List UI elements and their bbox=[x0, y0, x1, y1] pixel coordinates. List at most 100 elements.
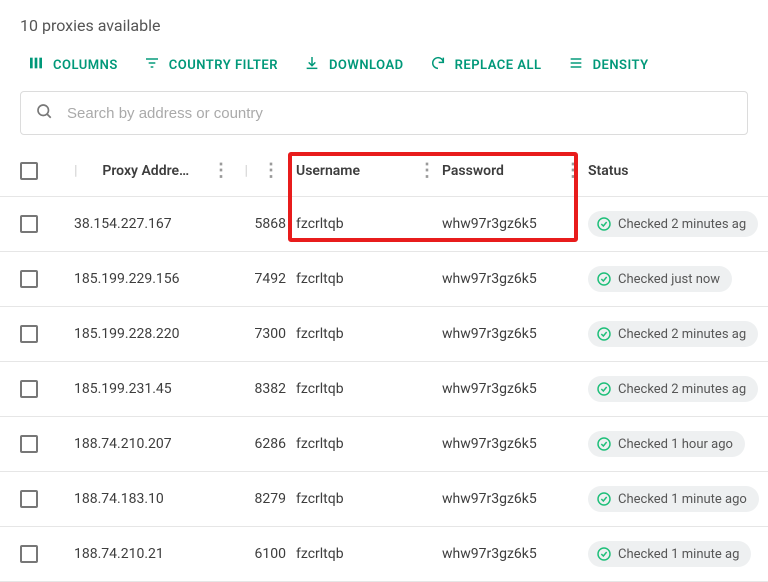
status-text: Checked 2 minutes ag bbox=[618, 382, 746, 397]
cell-status: Checked 2 minutes ag bbox=[588, 211, 768, 237]
status-badge: Checked 2 minutes ag bbox=[588, 321, 758, 347]
replace-all-label: REPLACE ALL bbox=[455, 58, 542, 73]
column-menu-icon[interactable]: ⋮ bbox=[412, 162, 442, 180]
cell-password: whw97r3gz6k5 bbox=[442, 436, 588, 452]
country-filter-label: COUNTRY FILTER bbox=[169, 58, 278, 73]
cell-proxy-address: 188.74.210.21 bbox=[74, 546, 236, 562]
check-circle-icon bbox=[596, 546, 612, 562]
status-text: Checked just now bbox=[618, 272, 720, 287]
cell-proxy-address: 185.199.231.45 bbox=[74, 381, 236, 397]
row-checkbox[interactable] bbox=[20, 215, 38, 233]
cell-status: Checked 1 hour ago bbox=[588, 431, 768, 457]
download-label: DOWNLOAD bbox=[329, 58, 404, 73]
status-badge: Checked 2 minutes ag bbox=[588, 376, 758, 402]
table-row[interactable]: 185.199.231.458382fzcrltqbwhw97r3gz6k5 Ch… bbox=[0, 362, 768, 417]
column-separator: | bbox=[74, 163, 86, 179]
cell-password: whw97r3gz6k5 bbox=[442, 271, 588, 287]
cell-proxy-address: 188.74.210.207 bbox=[74, 436, 236, 452]
column-menu-icon[interactable]: ⋮ bbox=[558, 162, 588, 180]
status-badge: Checked 1 hour ago bbox=[588, 431, 745, 457]
table-row[interactable]: 188.74.183.108279fzcrltqbwhw97r3gz6k5Che… bbox=[0, 472, 768, 527]
density-icon bbox=[568, 55, 584, 75]
status-badge: Checked 1 minute ago bbox=[588, 486, 759, 512]
row-checkbox[interactable] bbox=[20, 325, 38, 343]
header-username[interactable]: Username bbox=[296, 163, 360, 179]
cell-username: fzcrltqb bbox=[296, 326, 442, 342]
cell-proxy-address: 38.154.227.167 bbox=[74, 216, 236, 232]
table-row[interactable]: 188.74.210.216100fzcrltqbwhw97r3gz6k5Che… bbox=[0, 527, 768, 582]
check-circle-icon bbox=[596, 271, 612, 287]
table-row[interactable]: 185.199.229.1567492fzcrltqbwhw97r3gz6k5 C… bbox=[0, 252, 768, 307]
cell-proxy-address: 185.199.229.156 bbox=[74, 271, 236, 287]
cell-status: Checked 1 minute ag bbox=[588, 541, 768, 567]
cell-status: Checked just now bbox=[588, 266, 768, 292]
table-header: | Proxy Addre… ⋮ | ⋮ Username ⋮ Password… bbox=[0, 145, 768, 197]
download-button[interactable]: DOWNLOAD bbox=[304, 55, 404, 75]
check-circle-icon bbox=[596, 216, 612, 232]
search-input[interactable] bbox=[65, 104, 733, 123]
status-text: Checked 2 minutes ag bbox=[618, 327, 746, 342]
status-badge: Checked 1 minute ag bbox=[588, 541, 751, 567]
cell-status: Checked 2 minutes ag bbox=[588, 376, 768, 402]
cell-username: fzcrltqb bbox=[296, 381, 442, 397]
row-checkbox[interactable] bbox=[20, 435, 38, 453]
column-menu-icon[interactable]: ⋮ bbox=[256, 162, 286, 180]
cell-status: Checked 2 minutes ag bbox=[588, 321, 768, 347]
row-checkbox[interactable] bbox=[20, 380, 38, 398]
cell-port: 7300 bbox=[236, 326, 296, 342]
cell-password: whw97r3gz6k5 bbox=[442, 216, 588, 232]
search-icon bbox=[35, 102, 53, 124]
cell-port: 8279 bbox=[236, 491, 296, 507]
header-status[interactable]: Status bbox=[588, 163, 628, 179]
header-proxy-address[interactable]: Proxy Addre… bbox=[102, 163, 189, 179]
cell-port: 6100 bbox=[236, 546, 296, 562]
search-box[interactable] bbox=[20, 91, 748, 135]
page-title: 10 proxies available bbox=[0, 0, 768, 43]
cell-status: Checked 1 minute ago bbox=[588, 486, 768, 512]
cell-password: whw97r3gz6k5 bbox=[442, 381, 588, 397]
status-badge: Checked just now bbox=[588, 266, 732, 292]
toolbar: COLUMNS COUNTRY FILTER DOWNLOAD REPLACE … bbox=[0, 43, 768, 91]
check-circle-icon bbox=[596, 491, 612, 507]
status-text: Checked 1 minute ago bbox=[618, 492, 747, 507]
cell-username: fzcrltqb bbox=[296, 271, 442, 287]
cell-port: 5868 bbox=[236, 216, 296, 232]
columns-button[interactable]: COLUMNS bbox=[28, 55, 118, 75]
refresh-icon bbox=[430, 55, 446, 75]
cell-proxy-address: 185.199.228.220 bbox=[74, 326, 236, 342]
status-text: Checked 1 hour ago bbox=[618, 437, 733, 452]
replace-all-button[interactable]: REPLACE ALL bbox=[430, 55, 542, 75]
select-all-checkbox[interactable] bbox=[20, 162, 38, 180]
column-menu-icon[interactable]: ⋮ bbox=[206, 162, 236, 180]
proxy-table: | Proxy Addre… ⋮ | ⋮ Username ⋮ Password… bbox=[0, 145, 768, 582]
table-row[interactable]: 38.154.227.1675868fzcrltqbwhw97r3gz6k5 Ch… bbox=[0, 197, 768, 252]
cell-password: whw97r3gz6k5 bbox=[442, 326, 588, 342]
row-checkbox[interactable] bbox=[20, 545, 38, 563]
column-separator: | bbox=[244, 163, 256, 179]
columns-icon bbox=[28, 55, 44, 75]
status-badge: Checked 2 minutes ag bbox=[588, 211, 758, 237]
cell-port: 6286 bbox=[236, 436, 296, 452]
filter-icon bbox=[144, 55, 160, 75]
columns-label: COLUMNS bbox=[53, 58, 118, 73]
cell-username: fzcrltqb bbox=[296, 216, 442, 232]
row-checkbox[interactable] bbox=[20, 490, 38, 508]
table-row[interactable]: 188.74.210.2076286fzcrltqbwhw97r3gz6k5 Ch… bbox=[0, 417, 768, 472]
check-circle-icon bbox=[596, 326, 612, 342]
download-icon bbox=[304, 55, 320, 75]
country-filter-button[interactable]: COUNTRY FILTER bbox=[144, 55, 278, 75]
density-label: DENSITY bbox=[593, 58, 649, 73]
density-button[interactable]: DENSITY bbox=[568, 55, 649, 75]
cell-password: whw97r3gz6k5 bbox=[442, 491, 588, 507]
status-text: Checked 1 minute ag bbox=[618, 547, 739, 562]
cell-port: 8382 bbox=[236, 381, 296, 397]
cell-port: 7492 bbox=[236, 271, 296, 287]
cell-username: fzcrltqb bbox=[296, 436, 442, 452]
cell-username: fzcrltqb bbox=[296, 546, 442, 562]
header-password[interactable]: Password bbox=[442, 163, 504, 179]
row-checkbox[interactable] bbox=[20, 270, 38, 288]
status-text: Checked 2 minutes ag bbox=[618, 217, 746, 232]
table-row[interactable]: 185.199.228.2207300fzcrltqbwhw97r3gz6k5 C… bbox=[0, 307, 768, 362]
cell-username: fzcrltqb bbox=[296, 491, 442, 507]
check-circle-icon bbox=[596, 381, 612, 397]
